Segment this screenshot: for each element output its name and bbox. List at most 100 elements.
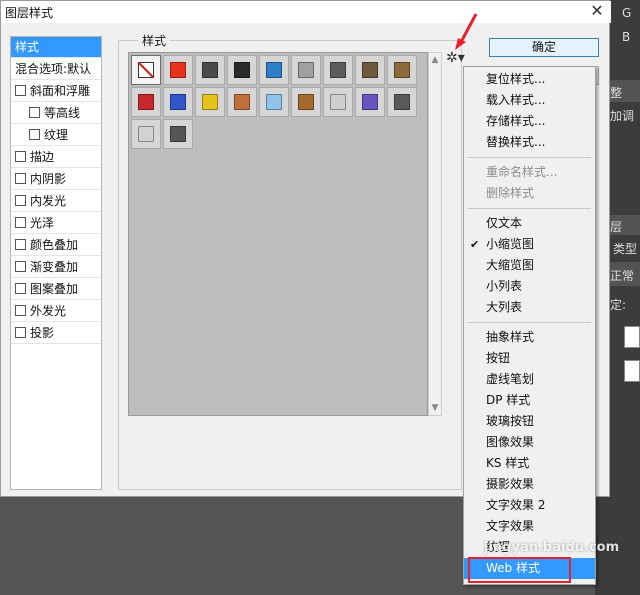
effect-item[interactable]: 斜面和浮雕 — [11, 81, 101, 102]
menu-item[interactable]: 玻璃按钮 — [464, 411, 595, 432]
style-tile-blue-glass-style[interactable] — [259, 55, 289, 85]
style-tile-red-stripe-style[interactable] — [131, 87, 161, 117]
dark-square-style-icon — [202, 62, 218, 78]
effect-item[interactable]: 描边 — [11, 147, 101, 168]
menu-item[interactable]: 小列表 — [464, 276, 595, 297]
effect-item[interactable]: 颜色叠加 — [11, 235, 101, 256]
scroll-up-icon[interactable]: ▲ — [429, 55, 441, 65]
menu-item-label: 仅文本 — [486, 216, 523, 230]
effect-checkbox[interactable] — [15, 85, 26, 96]
effect-label: 内发光 — [30, 194, 67, 208]
ps-layer-thumbnail[interactable] — [624, 326, 640, 348]
effect-checkbox[interactable] — [15, 239, 26, 250]
style-tile-gray-style[interactable] — [291, 55, 321, 85]
effect-label: 等高线 — [44, 106, 81, 120]
effect-item[interactable]: 光泽 — [11, 213, 101, 234]
effect-item[interactable]: 等高线 — [11, 103, 101, 124]
menu-item[interactable]: 按钮 — [464, 348, 595, 369]
effect-item[interactable]: 内阴影 — [11, 169, 101, 190]
menu-item[interactable]: 虚线笔划 — [464, 369, 595, 390]
effect-checkbox[interactable] — [15, 195, 26, 206]
effect-item[interactable]: 渐变叠加 — [11, 257, 101, 278]
effect-checkbox[interactable] — [15, 151, 26, 162]
ps-label-g: G — [622, 6, 632, 20]
style-tile-sunset-style[interactable] — [291, 87, 321, 117]
style-tile-metal-style[interactable] — [323, 55, 353, 85]
ps-layers-tab[interactable]: 层 — [610, 218, 622, 235]
menu-item[interactable]: 大缩览图 — [464, 255, 595, 276]
menu-item-label: 大缩览图 — [486, 258, 535, 272]
styles-scrollbar[interactable]: ▲ ▼ — [428, 52, 442, 416]
effect-checkbox[interactable] — [15, 327, 26, 338]
menu-item-label: 图像效果 — [486, 435, 535, 449]
effect-checkbox[interactable] — [15, 305, 26, 316]
gold-brown-style-icon — [394, 62, 410, 78]
menu-item[interactable]: 载入样式... — [464, 90, 595, 111]
effect-checkbox[interactable] — [15, 283, 26, 294]
effect-checkbox[interactable] — [15, 217, 26, 228]
style-tile-camera-style[interactable] — [227, 55, 257, 85]
menu-item[interactable]: 仅文本 — [464, 213, 595, 234]
style-tile-yellow-style[interactable] — [195, 87, 225, 117]
menu-item[interactable]: 存储样式... — [464, 111, 595, 132]
menu-item[interactable]: ✔ 小缩览图 — [464, 234, 595, 255]
checkmark-icon: ✔ — [470, 238, 480, 251]
scroll-down-icon[interactable]: ▼ — [429, 403, 441, 413]
style-tile-rainbow-style[interactable] — [163, 87, 193, 117]
menu-item[interactable]: 文字效果 — [464, 516, 595, 537]
style-tile-gold-brown-style[interactable] — [387, 55, 417, 85]
style-tile-red-glow-style[interactable] — [163, 55, 193, 85]
style-tile-brown-style[interactable] — [355, 55, 385, 85]
menu-item[interactable]: DP 样式 — [464, 390, 595, 411]
gear-icon[interactable]: ✲▾ — [446, 50, 465, 66]
style-tile-dark-square-style[interactable] — [195, 55, 225, 85]
menu-item[interactable]: 图像效果 — [464, 432, 595, 453]
menu-item-label: 虚线笔划 — [486, 372, 535, 386]
ps-lock-label: 定: — [610, 298, 627, 312]
effect-item[interactable]: 内发光 — [11, 191, 101, 212]
effect-label: 样式 — [15, 40, 40, 54]
ps-kind-filter[interactable]: 类型 — [613, 240, 637, 257]
style-tile-crosshatch-style[interactable] — [323, 87, 353, 117]
effect-item[interactable]: 图案叠加 — [11, 279, 101, 300]
style-tile-dark-gray-style[interactable] — [387, 87, 417, 117]
ps-layer-thumbnail[interactable] — [624, 360, 640, 382]
effect-label: 内阴影 — [30, 172, 67, 186]
ok-button[interactable]: 确定 — [489, 38, 599, 57]
menu-item-label: 玻璃按钮 — [486, 414, 535, 428]
ps-blend-mode[interactable]: 正常 — [610, 267, 634, 284]
effect-label: 渐变叠加 — [30, 260, 79, 274]
menu-item-label: 文字效果 2 — [486, 498, 546, 512]
style-tile-charcoal-style[interactable] — [163, 119, 193, 149]
menu-item[interactable]: 复位样式... — [464, 69, 595, 90]
menu-item[interactable]: 替换样式... — [464, 132, 595, 153]
style-tile-sky-blue-style[interactable] — [259, 87, 289, 117]
effect-item[interactable]: 外发光 — [11, 301, 101, 322]
style-tile-light-square-style[interactable] — [131, 119, 161, 149]
effect-item[interactable]: 样式 — [11, 37, 101, 58]
menu-item[interactable]: 摄影效果 — [464, 474, 595, 495]
effect-item[interactable]: 混合选项:默认 — [11, 59, 101, 80]
menu-item[interactable]: 大列表 — [464, 297, 595, 318]
effect-label: 图案叠加 — [30, 282, 79, 296]
yellow-style-icon — [202, 94, 218, 110]
effect-item[interactable]: 投影 — [11, 323, 101, 344]
style-tile-copper-style[interactable] — [227, 87, 257, 117]
style-tile-none-style[interactable] — [131, 55, 161, 85]
effect-label: 斜面和浮雕 — [30, 84, 91, 98]
style-tile-purple-style[interactable] — [355, 87, 385, 117]
menu-item[interactable]: KS 样式 — [464, 453, 595, 474]
effect-checkbox[interactable] — [29, 107, 40, 118]
effect-checkbox[interactable] — [15, 261, 26, 272]
effect-item[interactable]: 纹理 — [11, 125, 101, 146]
watermark: jingyan.baidu.com — [484, 540, 620, 555]
crosshatch-style-icon — [330, 94, 346, 110]
effect-checkbox[interactable] — [15, 173, 26, 184]
close-icon[interactable]: ✕ — [585, 1, 609, 21]
menu-separator — [468, 208, 591, 209]
menu-item[interactable]: 文字效果 2 — [464, 495, 595, 516]
menu-separator — [468, 157, 591, 158]
rainbow-style-icon — [170, 94, 186, 110]
effect-checkbox[interactable] — [29, 129, 40, 140]
menu-item[interactable]: 抽象样式 — [464, 327, 595, 348]
